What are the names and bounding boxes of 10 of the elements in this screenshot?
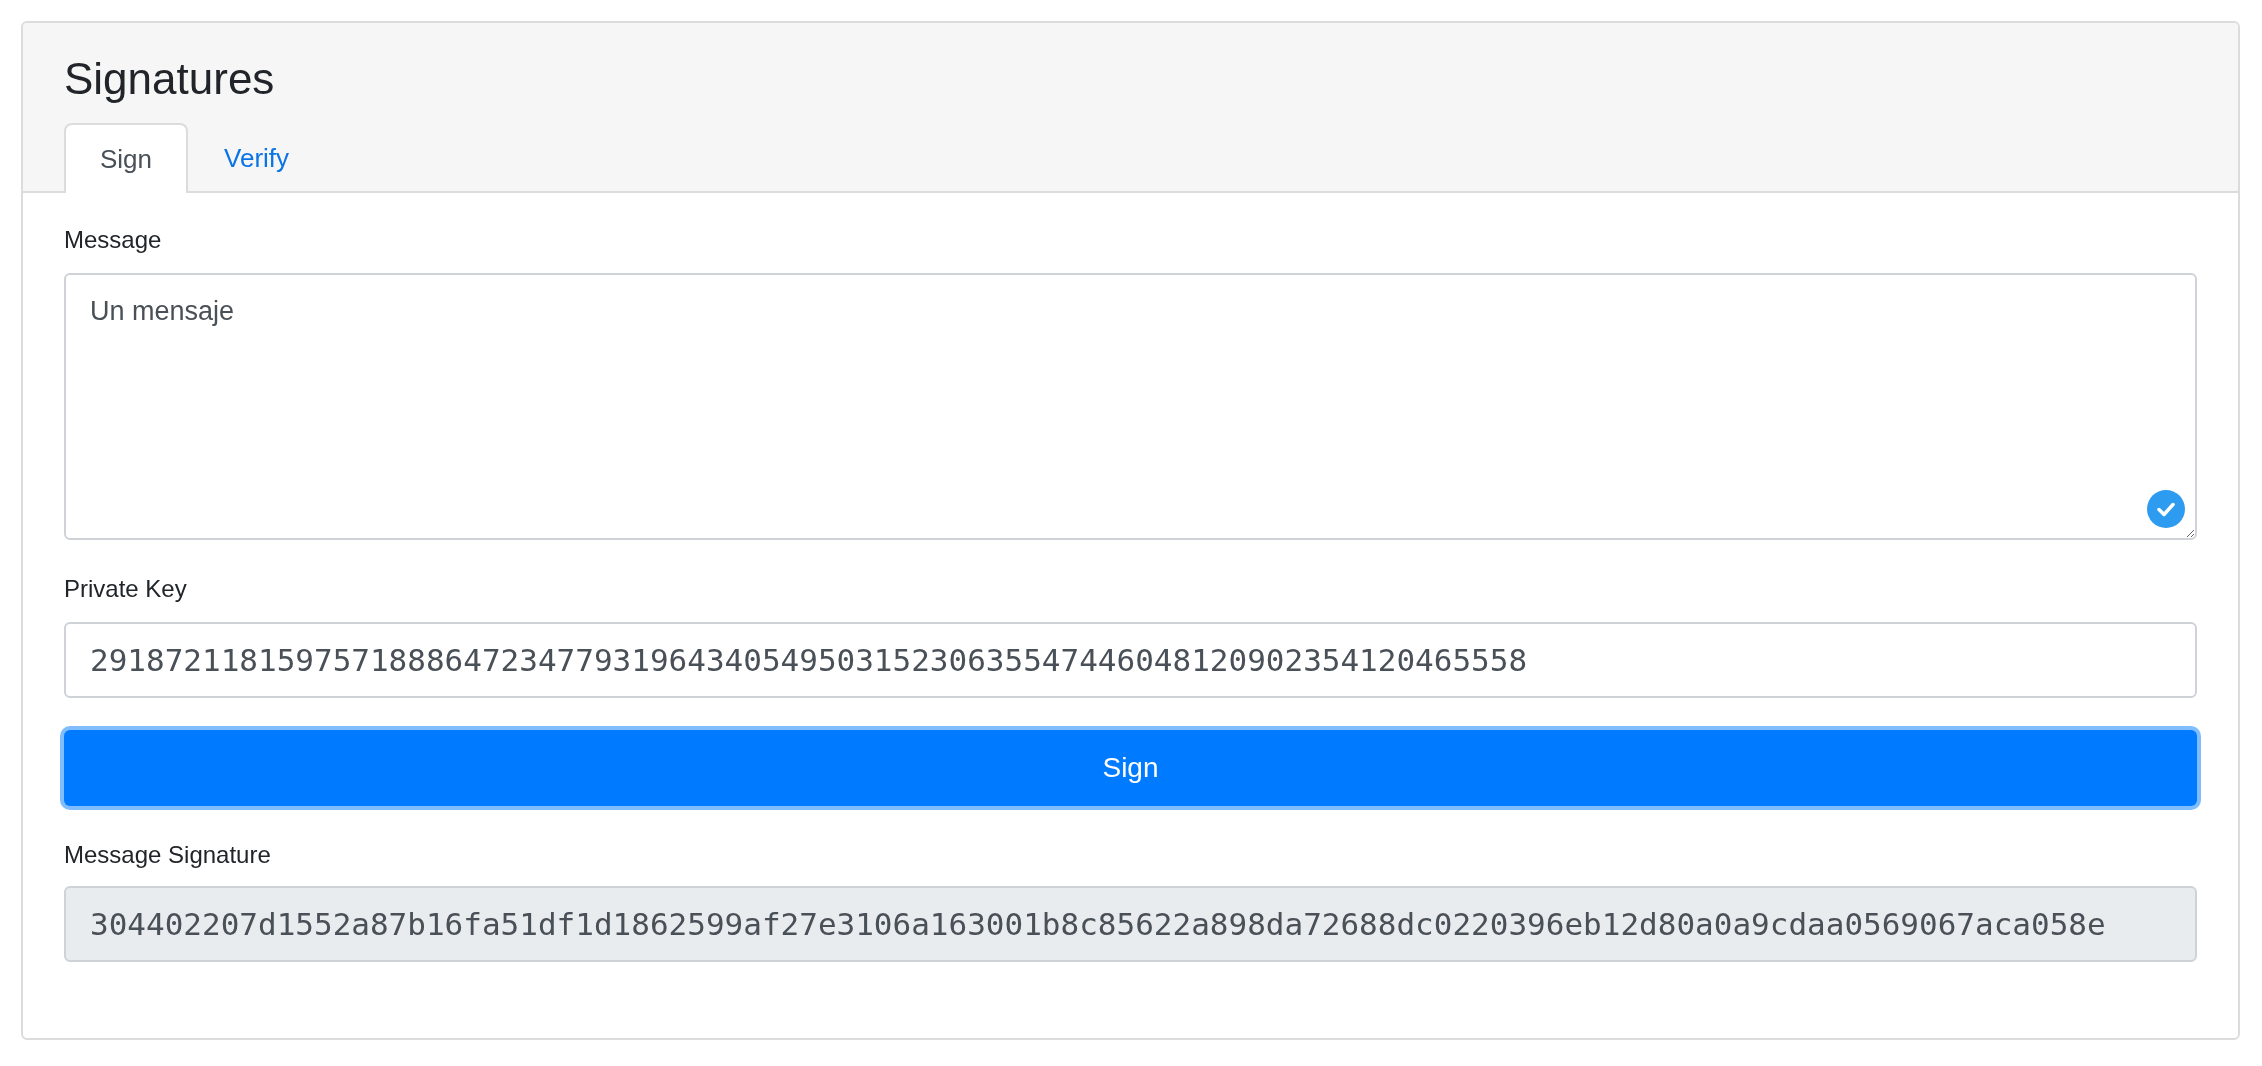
check-icon bbox=[2147, 490, 2185, 528]
tab[interactable]: Verify bbox=[188, 123, 326, 193]
message-field[interactable]: Un mensaje bbox=[64, 273, 2197, 540]
field-label: Private Key bbox=[64, 574, 187, 604]
signature-field[interactable]: 304402207d1552a87b16fa51df1d1862599af27e3106a163001b8c85622a898da72688dc0220396eb12d80a0a9cdaa0569067aca058e bbox=[64, 886, 2197, 962]
field-label: Message Signature bbox=[64, 840, 271, 870]
field-label: Message bbox=[64, 225, 162, 255]
card-title: Signatures bbox=[64, 53, 275, 105]
private-key-field[interactable]: 29187211815975718886472347793196434054950315230635547446048120902354120465558 bbox=[64, 622, 2197, 698]
tab[interactable]: Sign bbox=[64, 123, 189, 193]
